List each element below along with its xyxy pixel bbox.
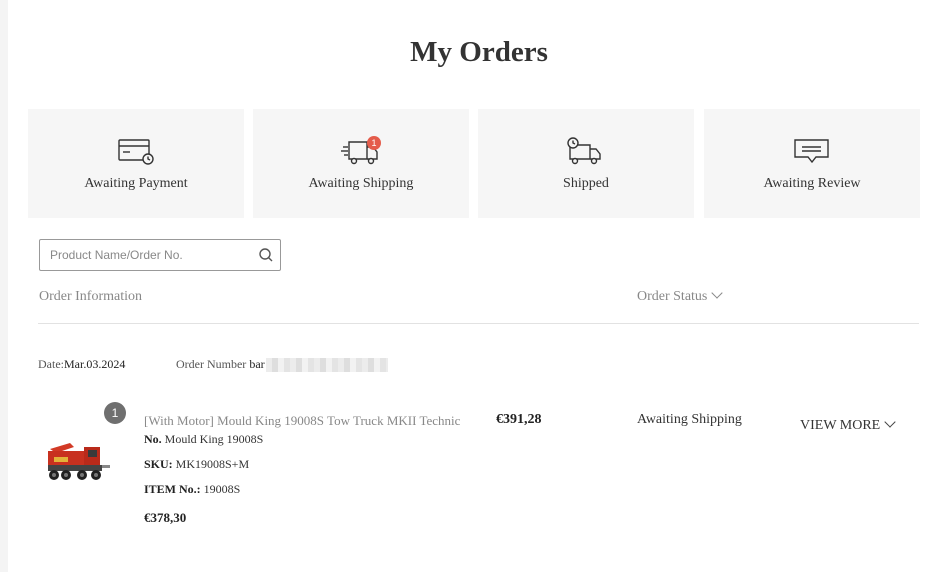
tab-label: Awaiting Shipping xyxy=(308,176,414,191)
search-input[interactable] xyxy=(50,246,240,264)
tab-label: Awaiting Payment xyxy=(84,176,188,191)
order-status-filter[interactable]: Order Status xyxy=(637,287,724,305)
item-no-value: 19008S xyxy=(203,482,241,496)
product-item-no: ITEM No.: 19008S xyxy=(144,482,240,497)
order-date-value: Mar.03.2024 xyxy=(64,357,126,371)
order-number-value: bar xyxy=(249,357,265,371)
search-icon[interactable] xyxy=(258,247,274,263)
product-name-link[interactable]: [With Motor] Mould King 19008S Tow Truck… xyxy=(144,413,460,429)
sku-value: MK19008S+M xyxy=(175,457,250,471)
unit-price: €378,30 xyxy=(144,510,187,525)
tab-awaiting-shipping[interactable]: 1 Awaiting Shipping xyxy=(253,109,469,218)
tab-label: Awaiting Review xyxy=(763,176,861,191)
product-sku: SKU: MK19008S+M xyxy=(144,457,249,472)
item-no-label: ITEM No.: xyxy=(144,482,201,496)
quantity-badge: 1 xyxy=(104,402,126,424)
product-no-label: No. xyxy=(144,432,162,446)
order-date-label: Date: xyxy=(38,357,64,371)
product-no-value: Mould King 19008S xyxy=(164,432,264,446)
order-number-label: Order Number xyxy=(176,357,247,371)
tab-label: Shipped xyxy=(563,176,609,191)
search-box xyxy=(39,239,281,271)
card-clock-icon xyxy=(116,137,156,167)
order-information-header: Order Information xyxy=(39,289,143,304)
order-date: Date:Mar.03.2024 xyxy=(38,357,125,372)
chevron-down-icon xyxy=(884,416,896,428)
truck-icon: 1 xyxy=(341,136,381,167)
order-total: €391,28 xyxy=(496,412,542,427)
truck-clock-icon xyxy=(566,137,606,167)
order-status-label: Order Status xyxy=(637,289,708,304)
redacted-order-number xyxy=(265,358,388,373)
order-status-value: Awaiting Shipping xyxy=(637,412,742,427)
divider xyxy=(38,323,919,324)
product-no: No. Mould King 19008S xyxy=(144,432,263,447)
sku-label: SKU: xyxy=(144,457,173,471)
product-image[interactable] xyxy=(44,435,112,487)
order-number: Order Number bar xyxy=(176,357,388,373)
view-more-button[interactable]: VIEW MORE xyxy=(800,416,896,434)
view-more-label: VIEW MORE xyxy=(800,418,881,433)
tab-awaiting-review[interactable]: Awaiting Review xyxy=(704,109,920,218)
message-icon xyxy=(792,137,832,167)
page-title: My Orders xyxy=(410,36,548,68)
shipping-count-badge: 1 xyxy=(367,136,381,150)
tab-shipped[interactable]: Shipped xyxy=(478,109,694,218)
tab-awaiting-payment[interactable]: Awaiting Payment xyxy=(28,109,244,218)
chevron-down-icon xyxy=(711,287,724,299)
left-edge-strip xyxy=(0,0,8,572)
